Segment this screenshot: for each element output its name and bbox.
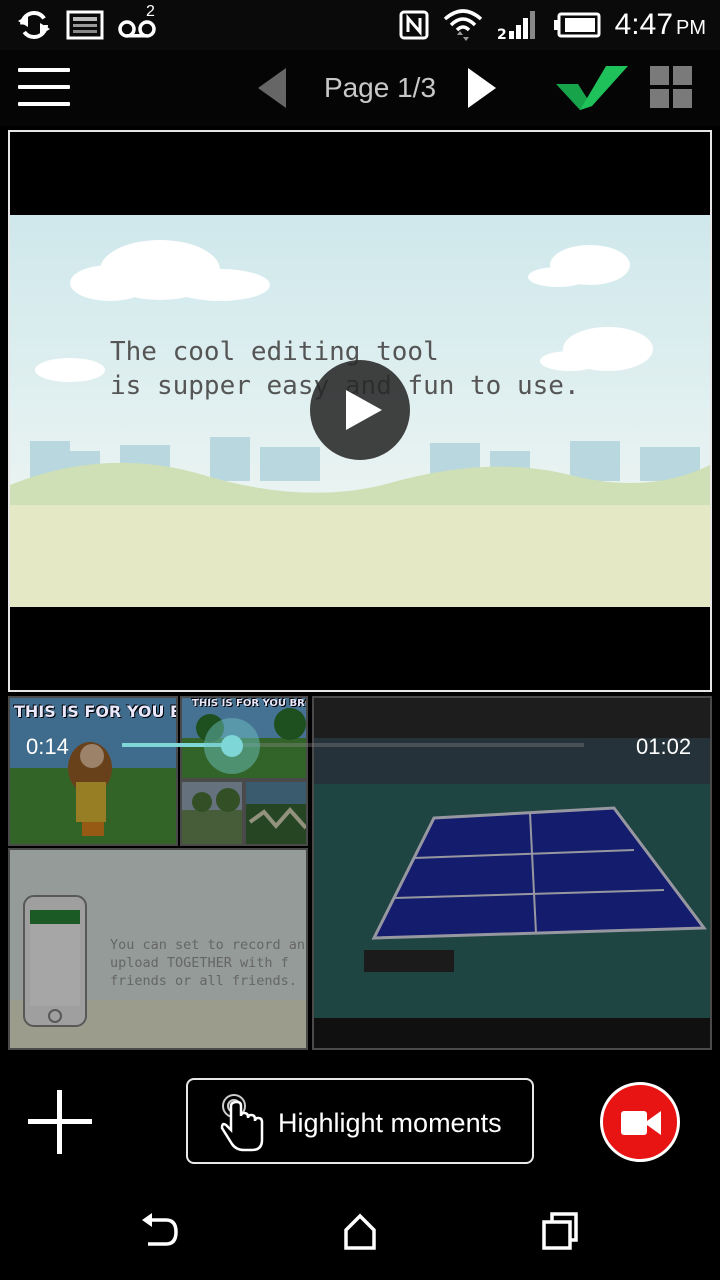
highlight-moments-label: Highlight moments — [278, 1108, 502, 1138]
clip-caption: You can set to record an upload TOGETHER… — [110, 937, 306, 989]
grid-cell — [673, 66, 692, 85]
menu-icon-line — [18, 102, 70, 106]
home-icon[interactable] — [340, 1210, 380, 1252]
clock-ampm: PM — [676, 17, 706, 39]
prev-page-icon[interactable] — [254, 66, 290, 110]
menu-button[interactable] — [18, 68, 70, 108]
seek-handle-knob — [221, 735, 243, 757]
voicemail-count: 2 — [146, 3, 155, 20]
app-bar: Page 1/3 — [0, 50, 720, 126]
clock-time: 4:47 — [614, 8, 673, 41]
grid-cell — [673, 89, 692, 108]
clip-thumbnail[interactable]: THIS IS FOR YOU BRO! — [8, 696, 178, 846]
record-button[interactable] — [600, 1082, 680, 1162]
svg-text:2: 2 — [497, 27, 507, 41]
grid-cell — [650, 66, 669, 85]
status-left: 2 — [16, 3, 160, 44]
main-video-player[interactable]: The cool editing tool is supper easy and… — [8, 130, 712, 692]
back-icon[interactable] — [138, 1212, 182, 1252]
clip-title: THIS IS FOR YOU BRO! — [14, 702, 176, 721]
clip-dim-overlay — [246, 782, 306, 844]
sync-icon — [18, 11, 50, 39]
clip-thumbnails: THIS IS FOR YOU BRO! THIS IS FOR YOU BRO… — [8, 696, 712, 1052]
grid-view-icon[interactable] — [650, 66, 692, 108]
status-right: 2 4:47 PM — [399, 6, 706, 44]
grid-cell — [650, 89, 669, 108]
video-camera-icon — [621, 1111, 661, 1135]
clip-thumbnail[interactable] — [244, 780, 308, 846]
signal-icon: 2 — [497, 11, 535, 41]
next-page-icon[interactable] — [464, 66, 500, 110]
play-icon — [346, 390, 382, 430]
page-label: Page 1/3 — [323, 72, 437, 103]
current-time: 0:14 — [26, 734, 69, 759]
clip-dim-overlay — [182, 782, 242, 844]
page-navigator: Page 1/3 — [250, 60, 510, 116]
seek-bar[interactable] — [122, 743, 584, 747]
recent-apps-icon[interactable] — [540, 1210, 580, 1252]
touch-hand-icon — [220, 1094, 264, 1152]
clip-thumbnail[interactable] — [180, 780, 244, 846]
menu-icon — [18, 68, 70, 72]
play-button[interactable] — [310, 360, 410, 460]
status-bar: 2 2 4:47 PM — [0, 0, 720, 50]
nfc-icon — [399, 10, 429, 40]
voicemail-indicator: 2 — [118, 3, 160, 43]
checkmark-icon[interactable] — [556, 62, 628, 112]
menu-icon-line — [18, 85, 70, 89]
add-icon[interactable] — [28, 1090, 92, 1154]
clip-thumbnail[interactable]: You can set to record an upload TOGETHER… — [8, 848, 308, 1050]
image-notification-icon — [66, 10, 104, 40]
clock: 4:47 PM — [615, 8, 706, 42]
wifi-icon — [443, 9, 482, 41]
system-nav-bar — [0, 1184, 720, 1280]
clip-title: THIS IS FOR YOU BRO! — [192, 698, 308, 709]
total-time: 01:02 — [636, 734, 692, 759]
battery-icon — [553, 12, 601, 38]
highlight-moments-button[interactable]: Highlight moments — [186, 1078, 534, 1164]
